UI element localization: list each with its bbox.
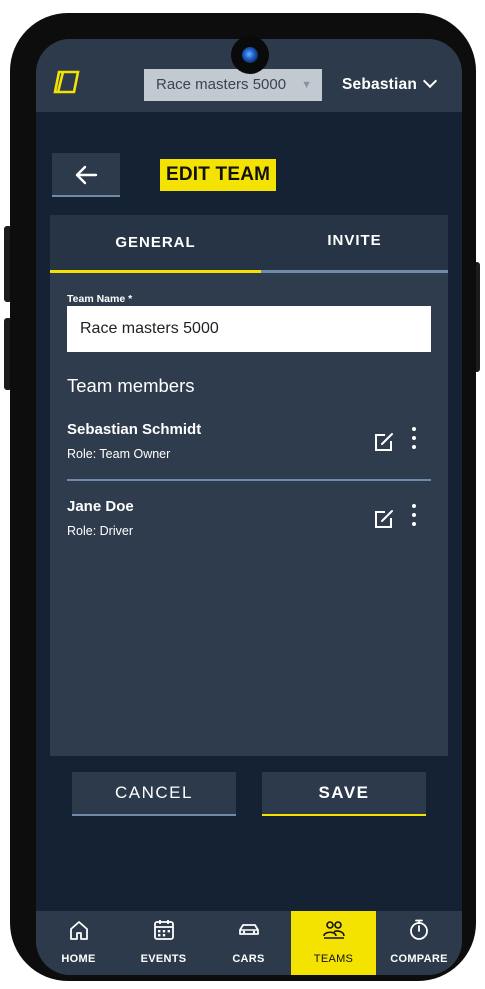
nav-item-home[interactable]: HOME [36, 911, 121, 975]
member-name: Sebastian Schmidt [67, 421, 202, 438]
app-screen: Race masters 5000 ▼ Sebastian EDIT TEAM … [36, 39, 462, 975]
edit-icon[interactable] [373, 431, 395, 453]
caret-down-icon: ▼ [301, 79, 312, 91]
member-role: Role: Team Owner [67, 447, 171, 461]
nav-label: CARS [232, 953, 265, 965]
nav-label: EVENTS [140, 953, 187, 965]
front-camera [231, 36, 269, 74]
nav-label: TEAMS [313, 953, 354, 965]
tab-invite[interactable]: INVITE [261, 215, 448, 273]
member-row: Jane Doe Role: Driver [67, 498, 431, 560]
nav-item-cars[interactable]: CARS [206, 911, 291, 975]
more-vertical-icon[interactable] [411, 504, 417, 528]
calendar-icon [154, 920, 174, 940]
member-name: Jane Doe [67, 498, 134, 515]
save-button[interactable]: SAVE [262, 772, 426, 816]
app-logo-icon[interactable] [52, 70, 80, 94]
nav-item-compare[interactable]: COMPARE [376, 911, 462, 975]
edit-icon[interactable] [373, 508, 395, 530]
team-members-heading: Team members [67, 375, 195, 396]
team-select-dropdown[interactable]: Race masters 5000 ▼ [144, 69, 322, 101]
more-vertical-icon[interactable] [411, 427, 417, 451]
phone-frame: Race masters 5000 ▼ Sebastian EDIT TEAM … [10, 13, 476, 981]
team-name-label: Team Name * [67, 293, 133, 305]
chevron-down-icon [422, 73, 438, 89]
nav-item-teams[interactable]: TEAMS [291, 911, 376, 975]
stopwatch-icon [410, 919, 428, 940]
nav-item-events[interactable]: EVENTS [121, 911, 206, 975]
tab-general[interactable]: GENERAL [50, 215, 261, 273]
cancel-button[interactable]: CANCEL [72, 772, 236, 816]
car-icon [239, 924, 259, 935]
user-name: Sebastian [342, 76, 418, 93]
member-role: Role: Driver [67, 524, 133, 538]
arrow-left-icon [75, 165, 98, 185]
page-title: EDIT TEAM [160, 159, 277, 191]
team-name-input[interactable]: Race masters 5000 [67, 306, 431, 352]
back-button[interactable] [52, 153, 120, 197]
home-icon [70, 921, 88, 940]
nav-label: COMPARE [390, 953, 448, 965]
user-menu[interactable]: Sebastian [342, 69, 438, 101]
member-row: Sebastian Schmidt Role: Team Owner [67, 421, 431, 483]
edit-team-card: GENERAL INVITE Team Name * Race masters … [50, 215, 448, 756]
team-select-value: Race masters 5000 [156, 76, 287, 93]
users-icon [323, 921, 345, 939]
member-divider [67, 479, 431, 481]
tab-bar: GENERAL INVITE [50, 215, 448, 273]
nav-label: HOME [61, 953, 96, 965]
bottom-navigation: HOME EVENTS CARS TEAMS COMPARE [36, 911, 462, 975]
